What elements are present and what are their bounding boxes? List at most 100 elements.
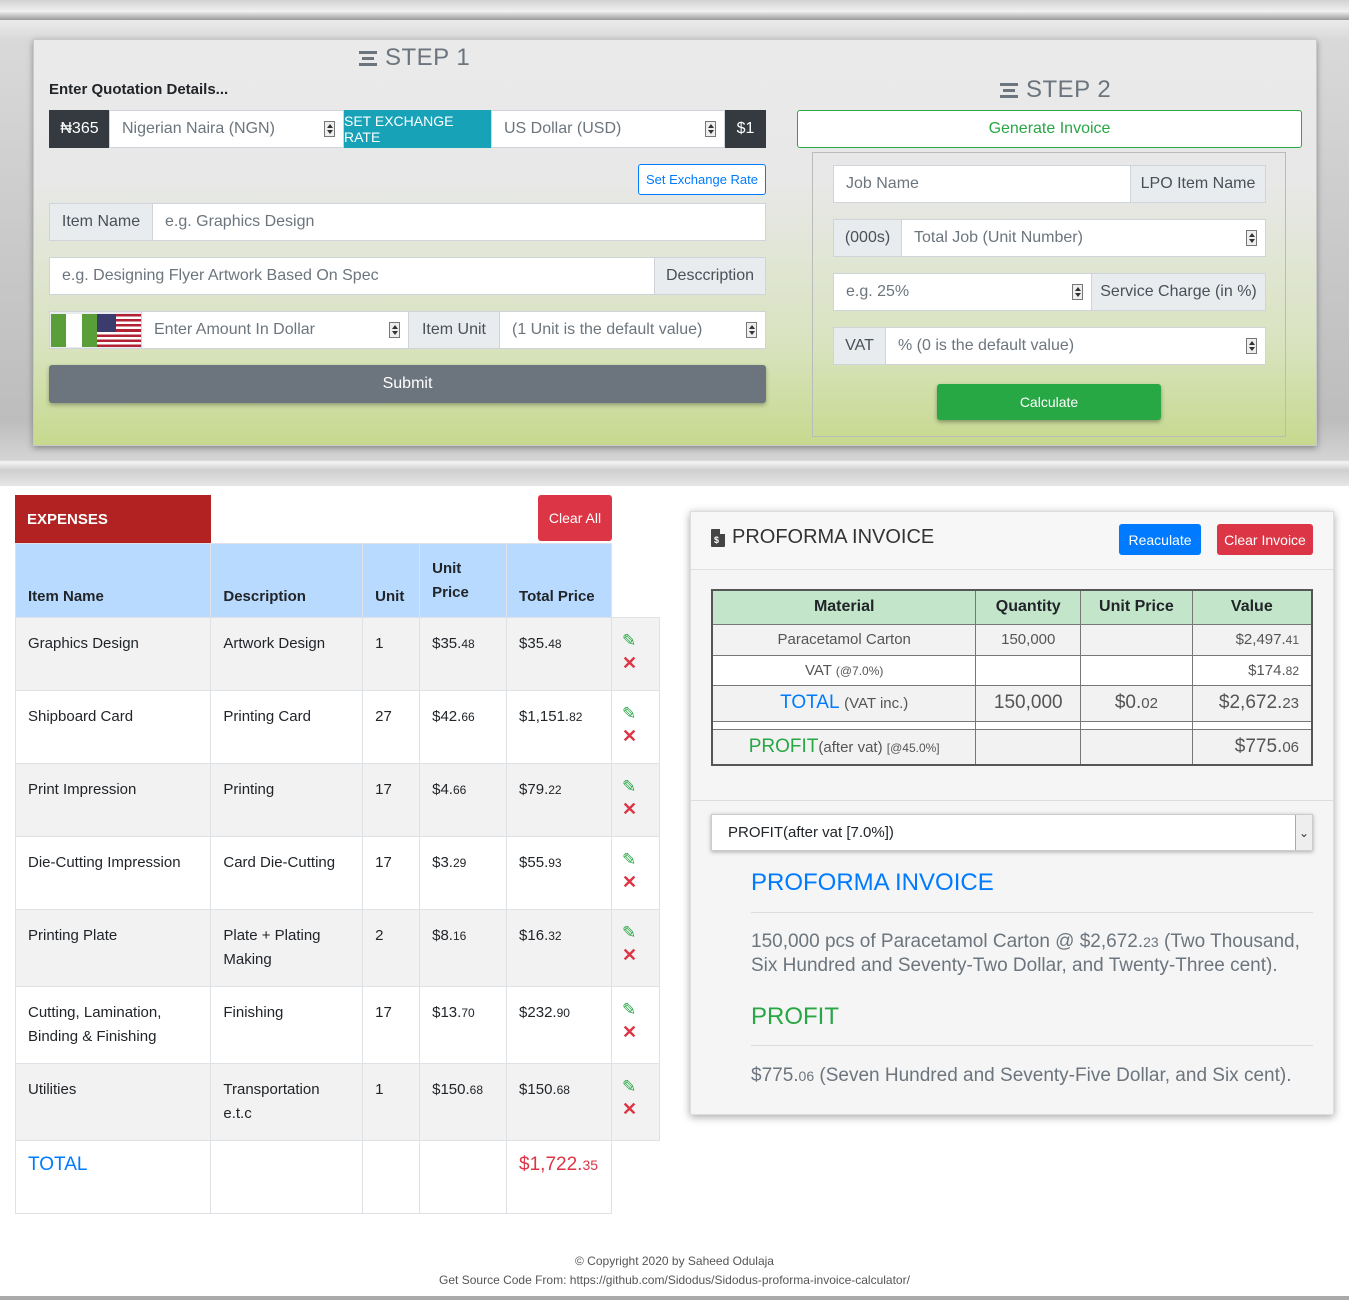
- job-name-input[interactable]: Job Name: [833, 165, 1131, 203]
- item-unit-label: Item Unit: [408, 311, 500, 349]
- total-price-cell: $55.93: [506, 836, 613, 910]
- table-cell: [362, 1140, 421, 1214]
- actions-cell: ✎ ✕: [611, 909, 660, 987]
- pencil-icon[interactable]: ✎: [622, 999, 649, 1021]
- pencil-icon[interactable]: ✎: [622, 1076, 649, 1098]
- recalculate-button[interactable]: Reaculate: [1119, 524, 1201, 555]
- close-icon[interactable]: ✕: [622, 652, 649, 674]
- submit-button[interactable]: Submit: [49, 365, 766, 403]
- col-description: Description: [210, 543, 364, 618]
- vat-placeholder: % (0 is the default value): [898, 337, 1075, 354]
- profit-title: PROFIT: [751, 1003, 839, 1030]
- to-currency-field[interactable]: US Dollar (USD): [491, 110, 725, 148]
- pencil-icon[interactable]: ✎: [622, 849, 649, 871]
- description-cell: Artwork Design: [210, 617, 364, 691]
- divider: [751, 1045, 1313, 1046]
- profit-select[interactable]: PROFIT(after vat [7.0%]) ⌄: [711, 814, 1313, 851]
- chevron-down-icon[interactable]: ⌄: [1295, 815, 1312, 850]
- unit-cell: 17: [362, 986, 421, 1064]
- from-currency-field[interactable]: Nigerian Naira (NGN): [109, 110, 344, 148]
- spinner-icon[interactable]: [324, 121, 335, 137]
- spinner-icon[interactable]: [1246, 230, 1257, 246]
- nigeria-flag-icon: [51, 314, 97, 347]
- unit-cell: 2: [362, 909, 421, 987]
- pencil-icon[interactable]: ✎: [622, 630, 649, 652]
- step1-title: STEP 1: [359, 44, 470, 72]
- col-item-name: Item Name: [14, 543, 212, 618]
- unit-input[interactable]: (1 Unit is the default value): [499, 311, 766, 349]
- col-actions: [611, 543, 660, 618]
- generate-invoice-button[interactable]: Generate Invoice: [797, 110, 1302, 148]
- naira-rate-badge: ₦365: [49, 110, 110, 148]
- list-icon: [1000, 80, 1018, 101]
- col-quantity: Quantity: [975, 589, 1082, 625]
- clear-invoice-button[interactable]: Clear Invoice: [1217, 524, 1313, 555]
- service-placeholder: e.g. 25%: [846, 283, 910, 300]
- pencil-icon[interactable]: ✎: [622, 703, 649, 725]
- set-exchange-rate-label[interactable]: SET EXCHANGE RATE: [344, 110, 491, 148]
- actions-cell: ✎ ✕: [611, 690, 660, 764]
- spinner-icon[interactable]: [746, 322, 757, 338]
- actions-cell: ✎ ✕: [611, 617, 660, 691]
- table-row: Die-Cutting Impression Card Die-Cutting 17…: [14, 836, 660, 910]
- spinner-icon[interactable]: [389, 322, 400, 338]
- footer-rule: [0, 1296, 1349, 1300]
- table-row: Utilities Transportation e.t.c 1 $150.68 $15…: [14, 1063, 660, 1141]
- col-material: Material: [711, 589, 977, 625]
- total-price-cell: $35.48: [506, 617, 613, 691]
- col-value: Value: [1191, 589, 1313, 625]
- col-unit-price: Unit Price: [419, 543, 508, 618]
- calculate-button[interactable]: Calculate: [937, 384, 1161, 420]
- close-icon[interactable]: ✕: [622, 725, 649, 747]
- amount-placeholder: Enter Amount In Dollar: [154, 321, 315, 338]
- unit-price-cell: $35.48: [419, 617, 508, 691]
- pencil-icon[interactable]: ✎: [622, 776, 649, 798]
- footer-source-link[interactable]: Get Source Code From: https://github.com…: [0, 1273, 1349, 1287]
- actions-cell: ✎ ✕: [611, 1063, 660, 1141]
- total-job-input[interactable]: Total Job (Unit Number): [901, 219, 1266, 257]
- vat-label: VAT (@7.0%): [711, 654, 977, 686]
- list-icon: [359, 48, 377, 69]
- quotation-card: STEP 1 Enter Quotation Details... ₦365 N…: [33, 39, 1317, 446]
- profit-select-value: PROFIT(after vat [7.0%]): [728, 824, 894, 841]
- divider: [751, 912, 1313, 913]
- flags-addon: [49, 311, 142, 349]
- pencil-icon[interactable]: ✎: [622, 922, 649, 944]
- description-cell: Printing Card: [210, 690, 364, 764]
- close-icon[interactable]: ✕: [622, 1098, 649, 1120]
- spinner-icon[interactable]: [1246, 338, 1257, 354]
- amount-input[interactable]: Enter Amount In Dollar: [141, 311, 409, 349]
- description-cell: Card Die-Cutting: [210, 836, 364, 910]
- table-cell: [419, 1140, 508, 1214]
- expenses-title: EXPENSES: [15, 495, 211, 543]
- spinner-icon[interactable]: [1072, 284, 1083, 300]
- description-input[interactable]: e.g. Designing Flyer Artwork Based On Sp…: [49, 257, 655, 295]
- summary-text: 150,000 pcs of Paracetamol Carton @ $2,6…: [751, 931, 1300, 976]
- service-charge-input[interactable]: e.g. 25%: [833, 273, 1092, 311]
- actions-cell: ✎ ✕: [611, 836, 660, 910]
- vat-input[interactable]: % (0 is the default value): [885, 327, 1266, 365]
- proforma-invoice-card: $ PROFORMA INVOICE Reaculate Clear Invoi…: [690, 511, 1334, 1115]
- close-icon[interactable]: ✕: [622, 1021, 649, 1043]
- unit-price-cell: $42.66: [419, 690, 508, 764]
- set-exchange-rate-button[interactable]: Set Exchange Rate: [638, 164, 766, 195]
- close-icon[interactable]: ✕: [622, 944, 649, 966]
- spinner-icon[interactable]: [705, 121, 716, 137]
- unit-price-cell: $3.29: [419, 836, 508, 910]
- item-name-input[interactable]: e.g. Graphics Design: [152, 203, 766, 241]
- material-unit-price: [1080, 623, 1193, 656]
- summary-title: PROFORMA INVOICE: [751, 869, 994, 896]
- unit-price-cell: $150.68: [419, 1063, 508, 1141]
- unit-placeholder: (1 Unit is the default value): [512, 321, 703, 338]
- item-name-cell: Shipboard Card: [14, 690, 212, 764]
- close-icon[interactable]: ✕: [622, 798, 649, 820]
- clear-all-button[interactable]: Clear All: [538, 495, 612, 541]
- unit-cell: 17: [362, 836, 421, 910]
- vat-row: VAT (@7.0%) $174.82: [711, 654, 1313, 686]
- col-unit: Unit: [362, 543, 421, 618]
- usa-flag-icon: [97, 314, 141, 347]
- expenses-table: Item Name Description Unit Unit Price To…: [14, 543, 660, 1214]
- item-name-cell: Printing Plate: [14, 909, 212, 987]
- item-name-cell: Die-Cutting Impression: [14, 836, 212, 910]
- close-icon[interactable]: ✕: [622, 871, 649, 893]
